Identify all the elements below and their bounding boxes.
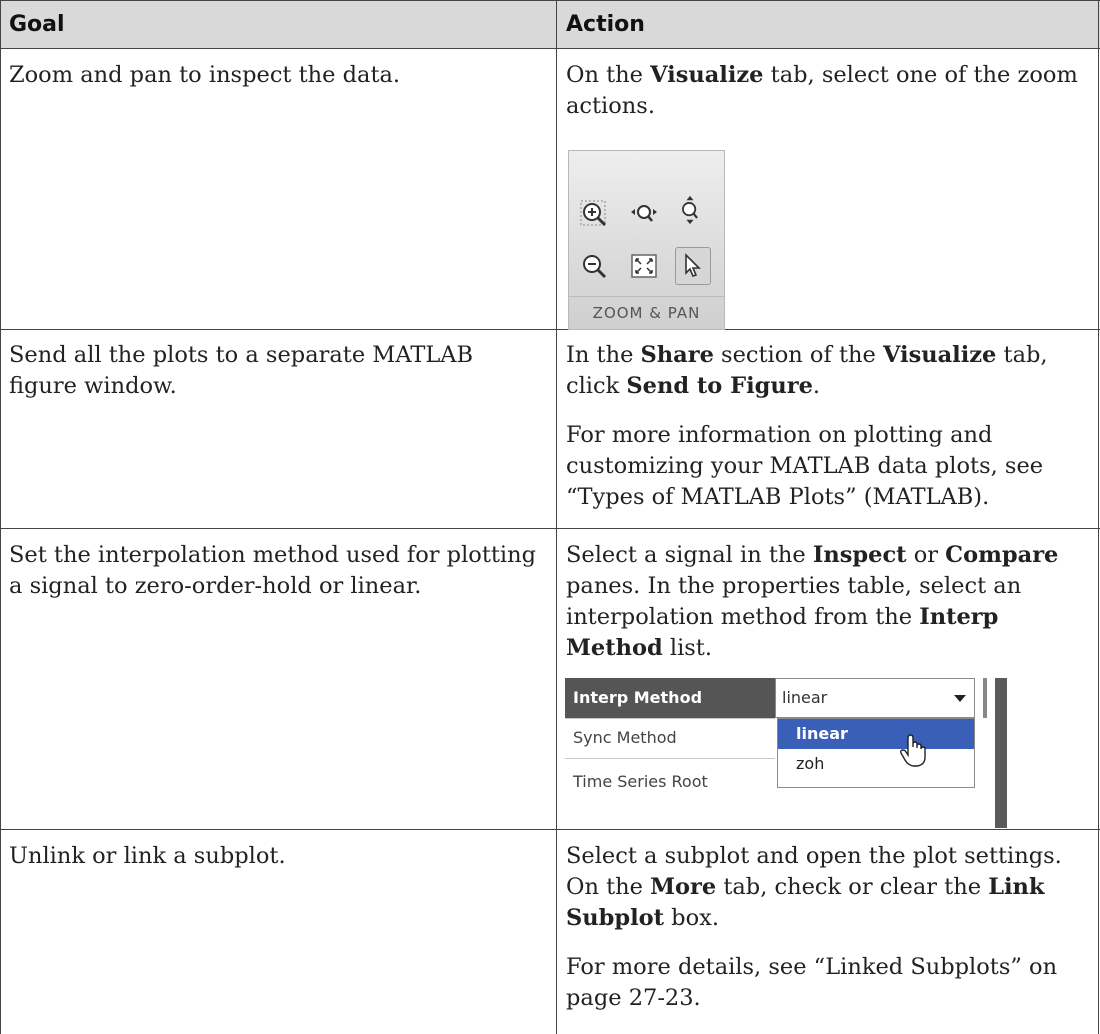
bold-term: Compare <box>945 542 1059 568</box>
bold-term: Send to Figure <box>626 373 813 399</box>
properties-table: Interp Method Sync Method Time Series Ro… <box>565 678 1025 828</box>
bold-term: Inspect <box>812 542 907 568</box>
scrollbar-edge <box>983 678 987 718</box>
row-divider <box>0 329 1100 330</box>
zoom-pan-label: ZOOM & PAN <box>569 296 724 329</box>
bold-term: More <box>650 874 717 900</box>
table-row-action: On the Visualize tab, select one of the … <box>566 62 1078 119</box>
bold-term: Visualize <box>650 62 764 88</box>
goal-action-table: Goal Action Zoom and pan to inspect the … <box>0 0 1100 1034</box>
table-row-goal: Zoom and pan to inspect the data. <box>9 62 401 88</box>
prop-row-time-series-root: Time Series Root <box>573 772 708 791</box>
prop-row-interp-method: Interp Method <box>565 678 775 718</box>
bold-term: Visualize <box>882 342 997 368</box>
header-action: Action <box>566 12 645 37</box>
table-row-goal: Send all the plots to a separate MATLAB … <box>9 342 474 399</box>
table-row-action: Select a signal in the Inspect or Compar… <box>566 542 1059 661</box>
table-row-goal: Unlink or link a subplot. <box>9 843 286 869</box>
bold-term: Interp Method <box>566 604 999 661</box>
table-row-action: Select a subplot and open the plot setti… <box>566 841 1094 1014</box>
bold-term: Share <box>640 342 714 368</box>
bold-term: Link Subplot <box>566 874 1045 931</box>
table-header: Goal Action <box>0 0 1100 48</box>
option-zoh[interactable]: zoh <box>778 749 974 779</box>
zoom-pan-toolbar: ZOOM & PAN <box>568 150 725 330</box>
action-paragraph: For more details, see “Linked Subplots” … <box>566 954 1058 1011</box>
column-divider <box>556 0 557 1034</box>
action-paragraph: For more information on plotting and cus… <box>566 422 1044 510</box>
prop-row-sync-method: Sync Method <box>573 728 677 747</box>
dropdown-options: linear zoh <box>777 718 975 788</box>
row-divider <box>0 48 1100 49</box>
row-divider <box>0 528 1100 529</box>
dropdown-value: linear <box>782 688 828 707</box>
zoom-in-icon[interactable] <box>579 199 609 229</box>
scrollbar[interactable] <box>995 678 1007 828</box>
interp-method-dropdown[interactable]: linear <box>775 678 975 718</box>
table-row-goal: Set the interpolation method used for pl… <box>9 542 537 599</box>
fit-to-view-icon[interactable] <box>629 251 659 281</box>
zoom-horizontal-icon[interactable] <box>629 199 659 229</box>
table-row-action: In the Share section of the Visualize ta… <box>566 340 1091 513</box>
table-border-left <box>0 0 1 1034</box>
zoom-out-icon[interactable] <box>579 251 609 281</box>
table-border-top <box>0 0 1100 1</box>
action-paragraph: Select a subplot and open the plot setti… <box>566 843 1062 931</box>
cursor-icon[interactable] <box>677 250 707 280</box>
hand-pointer-icon <box>900 734 926 767</box>
action-paragraph: In the Share section of the Visualize ta… <box>566 342 1048 399</box>
table-border-right <box>1098 0 1099 1034</box>
zoom-vertical-icon[interactable] <box>675 195 705 225</box>
chevron-down-icon[interactable] <box>954 695 966 702</box>
header-goal: Goal <box>9 12 65 37</box>
option-linear[interactable]: linear <box>778 719 974 749</box>
row-divider <box>0 829 1100 830</box>
prop-separator <box>565 758 775 759</box>
